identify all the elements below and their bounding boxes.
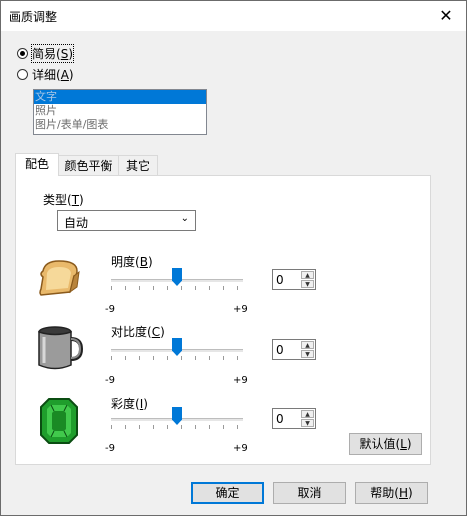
emerald-icon xyxy=(40,398,78,444)
brightness-down-button[interactable]: ▼ xyxy=(301,280,314,288)
brightness-label: 明度 xyxy=(111,255,136,269)
title-bar: 画质调整 ✕ xyxy=(1,1,466,31)
contrast-min-label: -9 xyxy=(105,375,115,386)
contrast-value: 0 xyxy=(276,343,284,357)
saturation-value: 0 xyxy=(276,412,284,426)
saturation-down-button[interactable]: ▼ xyxy=(301,419,314,427)
dialog-window: 画质调整 ✕ 简易(S) 详细(A) 文字 照片 图片/表单/图表 配色 颜色平… xyxy=(0,0,467,516)
list-item[interactable]: 文字 xyxy=(34,90,206,104)
contrast-spinbox[interactable]: 0 ▲ ▼ xyxy=(272,339,316,360)
radio-detail-label: 详细 xyxy=(32,67,57,82)
radio-simple-label: 简易 xyxy=(32,46,57,61)
help-button[interactable]: 帮助(H) xyxy=(355,482,428,504)
contrast-down-button[interactable]: ▼ xyxy=(301,350,314,358)
saturation-slider[interactable] xyxy=(111,407,243,431)
type-dropdown-value: 自动 xyxy=(64,216,89,230)
brightness-spinbox[interactable]: 0 ▲ ▼ xyxy=(272,269,316,290)
saturation-up-button[interactable]: ▲ xyxy=(301,410,314,418)
type-label: 类型 xyxy=(43,193,68,207)
saturation-spinbox[interactable]: 0 ▲ ▼ xyxy=(272,408,316,429)
brightness-min-label: -9 xyxy=(105,304,115,315)
preset-list[interactable]: 文字 照片 图片/表单/图表 xyxy=(33,89,207,135)
type-dropdown[interactable]: 自动 ⌄ xyxy=(57,210,196,231)
contrast-up-button[interactable]: ▲ xyxy=(301,341,314,349)
mug-icon xyxy=(38,326,83,370)
default-value-button[interactable]: 默认值(L) xyxy=(349,433,422,455)
cancel-button[interactable]: 取消 xyxy=(273,482,346,504)
tab-color[interactable]: 配色 xyxy=(15,153,59,176)
saturation-slider-thumb[interactable] xyxy=(172,407,182,425)
saturation-min-label: -9 xyxy=(105,443,115,454)
brightness-up-button[interactable]: ▲ xyxy=(301,271,314,279)
ok-button[interactable]: 确定 xyxy=(191,482,264,504)
toast-icon xyxy=(39,260,80,296)
tab-other[interactable]: 其它 xyxy=(118,155,158,175)
radio-simple[interactable]: 简易(S) xyxy=(17,43,75,63)
contrast-max-label: +9 xyxy=(233,375,248,386)
brightness-slider-thumb[interactable] xyxy=(172,268,182,286)
chevron-down-icon: ⌄ xyxy=(180,213,189,224)
brightness-max-label: +9 xyxy=(233,304,248,315)
brightness-slider[interactable] xyxy=(111,268,243,292)
close-icon[interactable]: ✕ xyxy=(426,1,466,31)
radio-simple-indicator xyxy=(17,47,28,59)
saturation-max-label: +9 xyxy=(233,443,248,454)
radio-detail-indicator xyxy=(17,68,28,80)
tab-color-balance[interactable]: 颜色平衡 xyxy=(58,155,119,175)
dialog-title: 画质调整 xyxy=(9,10,58,24)
contrast-label: 对比度 xyxy=(111,325,148,339)
radio-detail[interactable]: 详细(A) xyxy=(17,66,74,82)
brightness-value: 0 xyxy=(276,273,284,287)
contrast-slider-thumb[interactable] xyxy=(172,338,182,356)
list-item[interactable]: 照片 xyxy=(34,104,206,118)
contrast-slider[interactable] xyxy=(111,338,243,362)
list-item[interactable]: 图片/表单/图表 xyxy=(34,118,206,132)
